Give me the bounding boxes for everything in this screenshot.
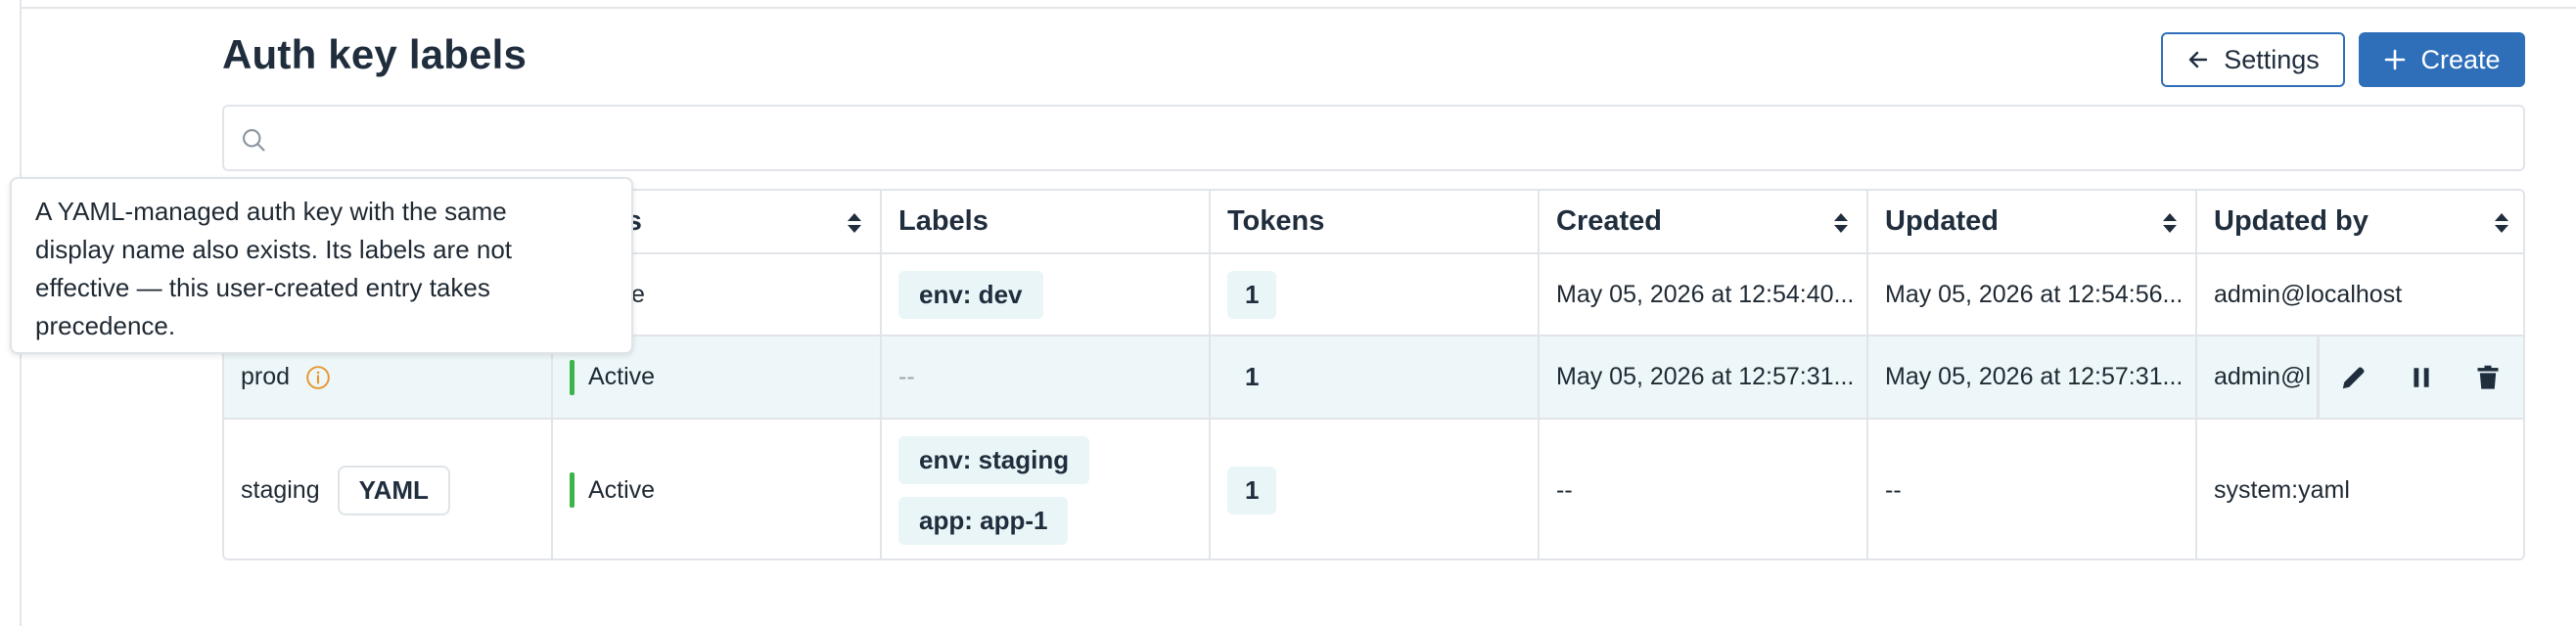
- create-button-label: Create: [2420, 44, 2501, 74]
- yaml-badge: YAML: [337, 465, 450, 515]
- label-chip: env: dev: [898, 270, 1043, 319]
- status-label: Active: [588, 475, 656, 504]
- search-input[interactable]: [283, 114, 2511, 163]
- page-title: Auth key labels: [222, 31, 528, 77]
- plus-icon: [2385, 49, 2406, 70]
- label-chip: app: app-1: [898, 496, 1069, 545]
- cell-labels: env: staging app: app-1: [882, 420, 1211, 559]
- sort-icon[interactable]: [2162, 212, 2178, 234]
- sort-icon[interactable]: [2494, 212, 2509, 234]
- cell-labels: --: [882, 336, 1211, 418]
- cell-labels: env: dev: [882, 254, 1211, 335]
- cell-tokens: 1: [1211, 254, 1540, 335]
- sort-icon[interactable]: [1833, 212, 1849, 234]
- create-button[interactable]: Create: [2359, 32, 2525, 87]
- column-header-created[interactable]: Created: [1540, 191, 1868, 252]
- top-divider: [22, 0, 2576, 9]
- cell-updated-by: system:yaml: [2214, 475, 2350, 504]
- token-count: 1: [1227, 466, 1277, 514]
- key-name: staging: [241, 475, 320, 504]
- cell-created: May 05, 2026 at 12:57:31...: [1540, 336, 1868, 418]
- settings-button-label: Settings: [2224, 44, 2320, 74]
- column-header-tokens: Tokens: [1211, 191, 1540, 252]
- cell-updated: May 05, 2026 at 12:54:56...: [1868, 254, 2197, 335]
- search-icon: [243, 129, 265, 152]
- pause-icon[interactable]: [2409, 365, 2434, 390]
- cell-tokens: 1: [1211, 336, 1540, 418]
- row-actions: [2317, 336, 2523, 418]
- cell-created: --: [1540, 420, 1868, 559]
- column-header-labels: Labels: [882, 191, 1211, 252]
- status-indicator: [570, 472, 575, 508]
- tooltip-line: precedence.: [35, 311, 176, 340]
- cell-updated-by: admin@localhost: [2214, 280, 2403, 308]
- label-chip: env: staging: [898, 435, 1090, 484]
- column-header-updated[interactable]: Updated: [1868, 191, 2197, 252]
- token-count: 1: [1245, 362, 1260, 391]
- tooltip-line: display name also exists. Its labels are…: [35, 235, 513, 264]
- cell-updated: May 05, 2026 at 12:57:31...: [1868, 336, 2197, 418]
- cell-status: Active: [553, 420, 882, 559]
- status-indicator: [570, 359, 575, 395]
- arrow-left-icon: [2189, 51, 2208, 68]
- cell-name: staging YAML: [224, 420, 553, 559]
- edit-icon[interactable]: [2339, 363, 2369, 392]
- info-tooltip: A YAML-managed auth key with the same di…: [10, 177, 633, 354]
- key-name: prod: [241, 363, 291, 390]
- token-count: 1: [1227, 270, 1277, 319]
- cell-created: May 05, 2026 at 12:54:40...: [1540, 254, 1868, 335]
- tooltip-line: A YAML-managed auth key with the same: [35, 197, 507, 226]
- status-label: Active: [588, 363, 656, 390]
- column-header-updated-by[interactable]: Updated by: [2197, 191, 2523, 252]
- cell-tokens: 1: [1211, 420, 1540, 559]
- tooltip-line: effective — this user-created entry take…: [35, 273, 490, 302]
- table-row[interactable]: staging YAML Active env: staging app: ap…: [224, 420, 2523, 559]
- search-bar: [222, 105, 2525, 171]
- info-icon[interactable]: [305, 365, 331, 390]
- settings-button[interactable]: Settings: [2161, 32, 2345, 87]
- sort-icon[interactable]: [847, 212, 862, 234]
- cell-updated: --: [1868, 420, 2197, 559]
- trash-icon[interactable]: [2474, 363, 2502, 392]
